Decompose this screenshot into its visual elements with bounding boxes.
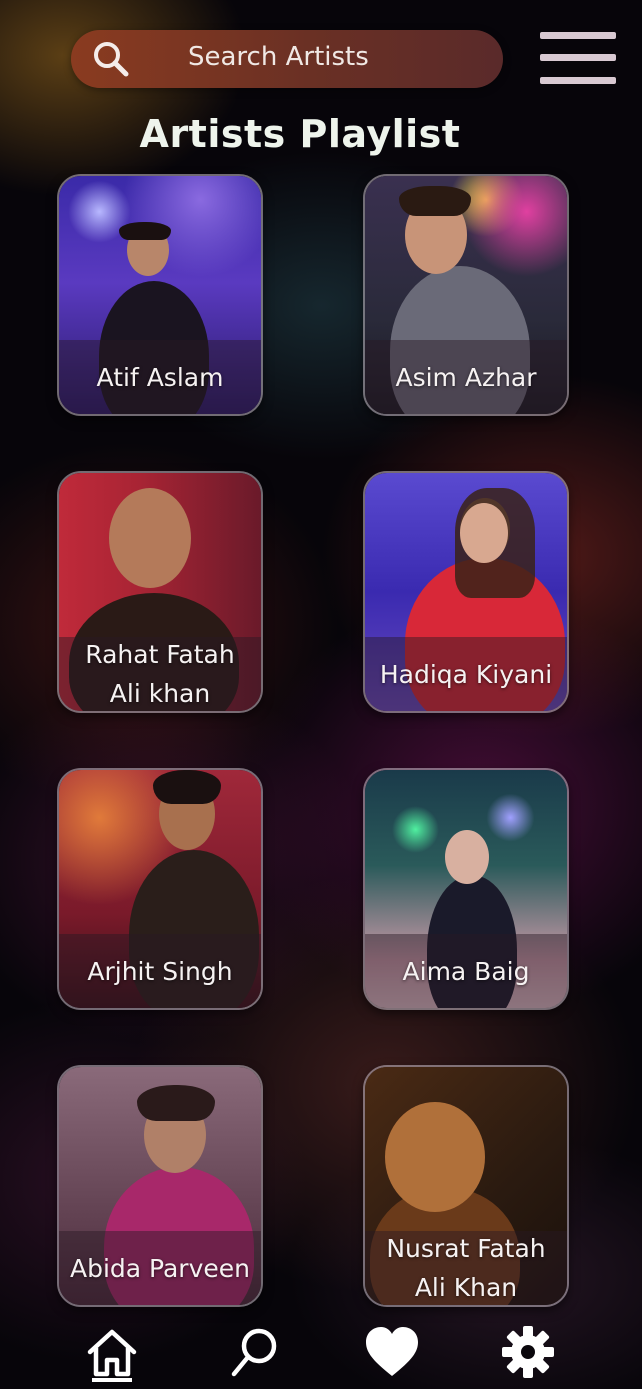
artist-name-caption: Arjhit Singh (59, 934, 261, 1008)
artist-name-caption: Aima Baig (365, 934, 567, 1008)
artist-name-caption: Nusrat Fatah Ali Khan (365, 1231, 567, 1305)
artist-card-nusrat-fatah-ali-khan[interactable]: Nusrat Fatah Ali Khan (363, 1065, 569, 1307)
artist-card-asim-azhar[interactable]: Asim Azhar (363, 174, 569, 416)
artist-card-hadiqa-kiyani[interactable]: Hadiqa Kiyani (363, 471, 569, 713)
heart-icon[interactable] (362, 1322, 422, 1382)
artist-card-atif-aslam[interactable]: Atif Aslam (57, 174, 263, 416)
menu-line (540, 54, 616, 61)
search-icon[interactable] (91, 39, 131, 79)
artist-name-caption: Asim Azhar (365, 340, 567, 414)
artist-name-caption: Atif Aslam (59, 340, 261, 414)
home-icon[interactable] (82, 1322, 142, 1382)
search-bar[interactable]: Search Artists (71, 30, 503, 88)
search-input[interactable]: Search Artists (188, 42, 369, 72)
artist-card-abida-parveen[interactable]: Abida Parveen (57, 1065, 263, 1307)
menu-line (540, 32, 616, 39)
artist-card-aima-baig[interactable]: Aima Baig (363, 768, 569, 1010)
settings-gear-icon[interactable] (498, 1322, 558, 1382)
hamburger-menu-icon[interactable] (540, 30, 616, 86)
artist-name-caption: Abida Parveen (59, 1231, 261, 1305)
artist-name-caption: Hadiqa Kiyani (365, 637, 567, 711)
search-icon[interactable] (225, 1322, 285, 1382)
artist-card-arjhit-singh[interactable]: Arjhit Singh (57, 768, 263, 1010)
artist-card-rahat-fatah-ali-khan[interactable]: Rahat Fatah Ali khan (57, 471, 263, 713)
page-title: Artists Playlist (139, 112, 461, 156)
bottom-navigation (0, 1310, 642, 1389)
menu-line (540, 77, 616, 84)
artist-name-caption: Rahat Fatah Ali khan (59, 637, 261, 711)
